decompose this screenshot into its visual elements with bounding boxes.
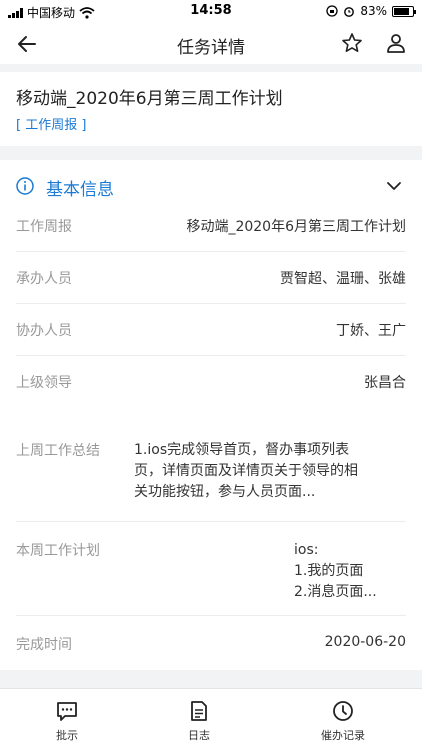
- field-value-multiline: ios: 1.我的页面 2.消息页面...: [294, 540, 377, 603]
- summary-line: 1.ios完成领导首页，督办事项列表: [134, 442, 350, 458]
- battery-fill: [394, 7, 409, 15]
- tab-instructions[interactable]: 批示: [27, 699, 107, 743]
- field-value: 张昌合: [364, 375, 406, 391]
- status-bar: 中国移动 14:58 83%: [0, 0, 422, 24]
- tab-log[interactable]: 日志: [159, 699, 239, 743]
- field-row-due-date: 完成时间 2020-06-20: [16, 616, 406, 670]
- section-title: 基本信息: [46, 180, 114, 200]
- battery-percent: 83%: [360, 4, 387, 18]
- tab-reminder-records[interactable]: 催办记录: [303, 699, 383, 743]
- field-label: 本周工作计划: [16, 543, 100, 559]
- status-right: 83%: [326, 4, 416, 18]
- field-label: 工作周报: [16, 219, 72, 235]
- summary-line: 关功能按钮，参与人员页面...: [134, 484, 316, 500]
- field-row-supervisor: 上级领导 张昌合: [16, 356, 406, 408]
- field-row-assistants: 协办人员 丁娇、王广: [16, 304, 406, 356]
- plan-line: ios:: [294, 542, 319, 558]
- field-row-weekly-report: 工作周报 移动端_2020年6月第三周工作计划: [16, 210, 406, 252]
- task-header: 移动端_2020年6月第三周工作计划 [ 工作周报 ]: [0, 72, 422, 146]
- chevron-down-icon[interactable]: [386, 178, 402, 194]
- basic-info-header[interactable]: 基本信息: [0, 160, 422, 210]
- field-value-multiline: 1.ios完成领导首页，督办事项列表 页，详情页面及详情页关于领导的相 关功能按…: [134, 440, 358, 503]
- field-label: 完成时间: [16, 637, 72, 653]
- task-title: 移动端_2020年6月第三周工作计划: [16, 89, 283, 109]
- field-value: 贾智超、温珊、张雄: [280, 271, 406, 287]
- field-row-this-week-plan: 本周工作计划 ios: 1.我的页面 2.消息页面...: [16, 522, 406, 616]
- field-row-handlers: 承办人员 贾智超、温珊、张雄: [16, 252, 406, 304]
- plan-line: 1.我的页面: [294, 563, 364, 579]
- field-value: 丁娇、王广: [336, 323, 406, 339]
- comment-icon: [57, 702, 77, 721]
- info-icon: [16, 177, 34, 195]
- clock-icon: [333, 701, 353, 721]
- field-row-last-week-summary: 上周工作总结 1.ios完成领导首页，督办事项列表 页，详情页面及详情页关于领导…: [16, 430, 406, 522]
- field-value: 移动端_2020年6月第三周工作计划: [186, 219, 406, 235]
- user-icon[interactable]: [384, 31, 408, 55]
- field-value: 2020-06-20: [324, 634, 406, 650]
- field-label: 承办人员: [16, 271, 72, 287]
- field-label: 上周工作总结: [16, 443, 100, 459]
- battery-icon: [392, 5, 416, 17]
- plan-line: 2.消息页面...: [294, 584, 377, 600]
- tab-label: 催办记录: [321, 729, 365, 742]
- basic-info-card: 基本信息 工作周报 移动端_2020年6月第三周工作计划 承办人员 贾智超、温珊…: [0, 160, 422, 670]
- tab-label: 日志: [188, 729, 210, 742]
- alarm-icon: [344, 7, 355, 17]
- summary-line: 页，详情页面及详情页关于领导的相: [134, 463, 358, 479]
- task-type-tag: [ 工作周报 ]: [16, 118, 87, 133]
- document-icon: [191, 701, 207, 721]
- tab-label: 批示: [56, 729, 78, 742]
- field-label: 协办人员: [16, 323, 72, 339]
- nav-bar: 任务详情: [0, 24, 422, 64]
- star-icon[interactable]: [340, 31, 364, 55]
- bottom-tab-bar: 批示 日志 催办记录: [0, 688, 422, 750]
- field-label: 上级领导: [16, 375, 72, 391]
- orientation-lock-icon: [326, 5, 338, 17]
